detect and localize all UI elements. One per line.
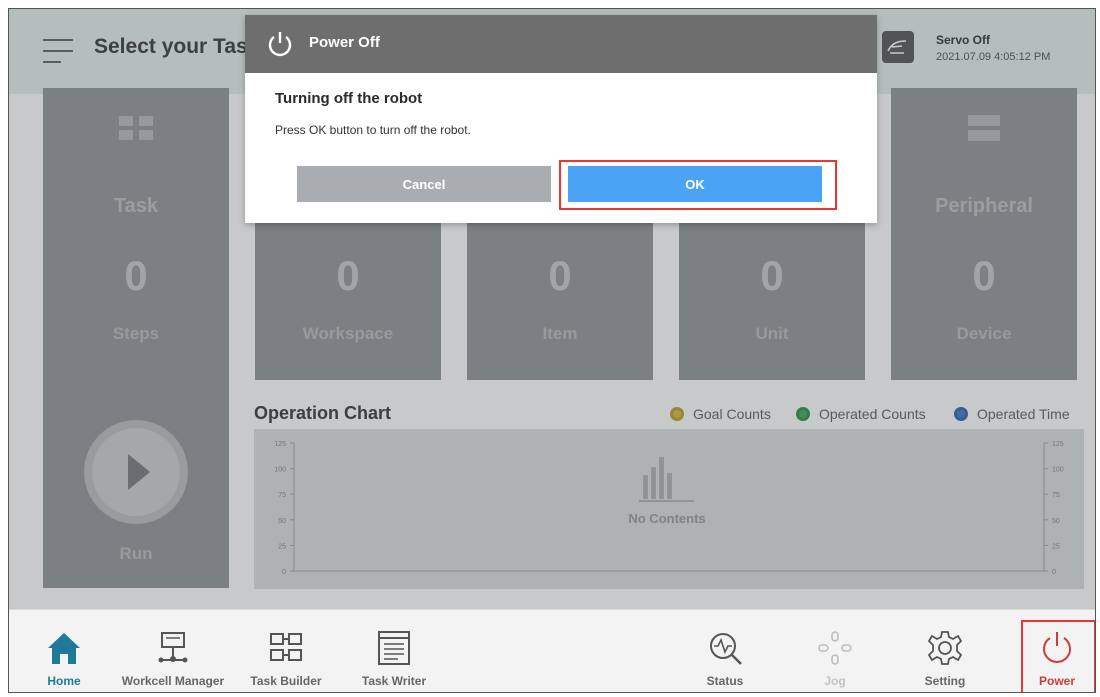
power-icon [268, 32, 292, 57]
power-highlight [1021, 620, 1095, 692]
nav-status-label: Status [706, 674, 744, 688]
home-icon [48, 633, 80, 664]
nav-workcell-manager[interactable]: Workcell Manager [113, 610, 233, 692]
bottom-nav: Home Workcell Manager Task Builder Task … [9, 609, 1095, 692]
nav-jog[interactable]: Jog [795, 610, 875, 692]
nav-setting-label: Setting [924, 674, 966, 688]
nav-task-writer[interactable]: Task Writer [349, 610, 439, 692]
cancel-button[interactable]: Cancel [297, 166, 551, 202]
dialog-header: Power Off [245, 15, 877, 73]
nav-workcell-manager-label: Workcell Manager [121, 674, 225, 688]
nav-status[interactable]: Status [685, 610, 765, 692]
nav-home[interactable]: Home [29, 610, 99, 692]
nav-task-builder[interactable]: Task Builder [241, 610, 331, 692]
task-builder-icon [270, 633, 302, 661]
dialog-message: Press OK button to turn off the robot. [275, 123, 471, 137]
nav-task-builder-label: Task Builder [250, 674, 322, 688]
nav-home-label: Home [47, 674, 81, 688]
jog-icon [818, 631, 852, 665]
nav-setting[interactable]: Setting [905, 610, 985, 692]
task-writer-icon [378, 631, 410, 665]
dialog-heading: Turning off the robot [275, 90, 423, 107]
ok-button-highlight [559, 160, 837, 210]
nav-task-writer-label: Task Writer [361, 674, 427, 688]
status-icon [710, 633, 742, 665]
app-window: Select your Task Servo Off 2021.07.09 4:… [8, 8, 1096, 693]
dialog-title: Power Off [309, 34, 380, 51]
workcell-icon [158, 632, 188, 663]
nav-jog-label: Jog [824, 674, 846, 688]
gear-icon [927, 631, 963, 665]
